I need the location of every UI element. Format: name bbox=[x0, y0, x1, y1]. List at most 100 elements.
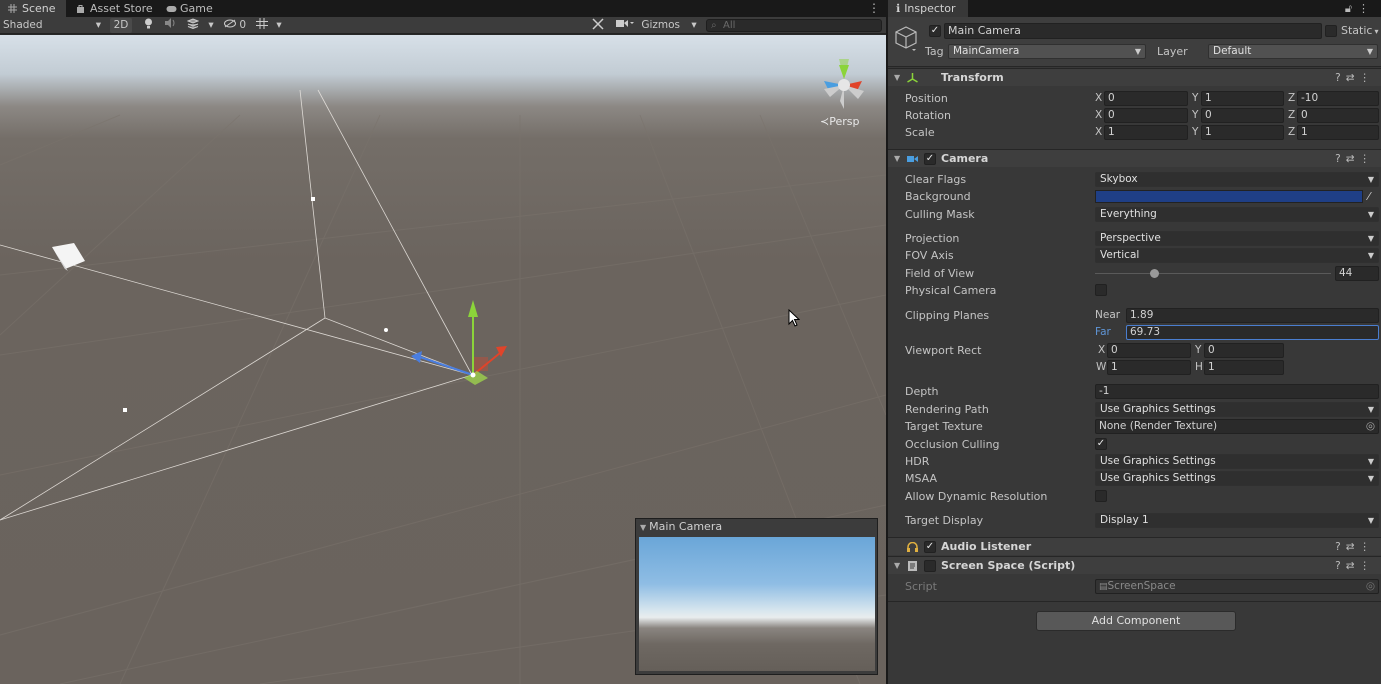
transform-icon bbox=[907, 73, 918, 83]
shading-mode-dropdown[interactable]: Shaded ▾ bbox=[3, 18, 103, 33]
chevron-down-icon[interactable]: ▼ bbox=[894, 557, 900, 575]
lightbulb-icon[interactable] bbox=[140, 18, 156, 33]
help-icon[interactable]: ? bbox=[1335, 560, 1346, 572]
target-display-dropdown[interactable]: Display 1 ▼ bbox=[1095, 513, 1379, 528]
audio-listener-enabled-checkbox[interactable]: ✓ bbox=[924, 541, 936, 553]
viewport-x-field[interactable]: 0 bbox=[1107, 343, 1191, 358]
lock-icon[interactable]: 🔓︎ bbox=[1345, 2, 1358, 15]
viewport-h-field[interactable]: 1 bbox=[1204, 360, 1284, 375]
chevron-down-icon[interactable]: ▼ bbox=[640, 523, 646, 532]
chevron-down-icon[interactable]: ▼ bbox=[894, 150, 900, 168]
scale-z-field[interactable]: 1 bbox=[1297, 125, 1379, 140]
gameobject-cube-icon[interactable] bbox=[894, 25, 918, 51]
scale-row: Scale X 1 Y 1 Z 1 bbox=[888, 124, 1381, 141]
transform-header[interactable]: ▼ Transform ?⇄⋮ bbox=[888, 68, 1381, 86]
background-color-swatch[interactable] bbox=[1095, 190, 1363, 203]
hdr-dropdown[interactable]: Use Graphics Settings ▼ bbox=[1095, 454, 1379, 469]
frustum-handle[interactable] bbox=[123, 408, 127, 412]
screen-space-header[interactable]: ▼ Screen Space (Script) ?⇄⋮ bbox=[888, 556, 1381, 574]
viewport-w-field[interactable]: 1 bbox=[1107, 360, 1191, 375]
camera-header[interactable]: ▼ ✓ Camera ?⇄⋮ bbox=[888, 149, 1381, 167]
occlusion-culling-checkbox[interactable]: ✓ bbox=[1095, 438, 1107, 450]
projection-toggle[interactable]: ≺Persp bbox=[820, 115, 859, 128]
near-field[interactable]: 1.89 bbox=[1126, 308, 1379, 323]
kebab-menu-icon[interactable]: ⋮ bbox=[1360, 72, 1376, 84]
physical-camera-label: Physical Camera bbox=[905, 284, 997, 297]
fov-axis-dropdown[interactable]: Vertical ▼ bbox=[1095, 248, 1379, 263]
kebab-menu-icon[interactable]: ⋮ bbox=[868, 0, 880, 17]
grid-snap-icon[interactable] bbox=[252, 18, 272, 33]
kebab-menu-icon[interactable]: ⋮ bbox=[1360, 153, 1376, 165]
msaa-dropdown[interactable]: Use Graphics Settings ▼ bbox=[1095, 471, 1379, 486]
position-z-field[interactable]: -10 bbox=[1297, 91, 1379, 106]
target-texture-field[interactable]: None (Render Texture) ◎ bbox=[1095, 419, 1379, 434]
eyedropper-icon[interactable]: ⁄ bbox=[1368, 188, 1370, 205]
tab-asset-store[interactable]: Asset Store bbox=[68, 0, 156, 17]
tag-dropdown[interactable]: MainCamera ▼ bbox=[948, 44, 1146, 59]
object-picker-icon[interactable]: ◎ bbox=[1366, 420, 1375, 433]
scale-y-field[interactable]: 1 bbox=[1201, 125, 1284, 140]
rotation-x-field[interactable]: 0 bbox=[1104, 108, 1188, 123]
projection-dropdown[interactable]: Perspective ▼ bbox=[1095, 231, 1379, 246]
help-icon[interactable]: ? bbox=[1335, 153, 1346, 165]
presets-icon[interactable]: ⇄ bbox=[1346, 153, 1360, 165]
depth-field[interactable]: -1 bbox=[1095, 384, 1379, 399]
help-icon[interactable]: ? bbox=[1335, 541, 1346, 553]
camera-settings-icon[interactable] bbox=[612, 18, 638, 33]
effects-layers-icon[interactable] bbox=[184, 18, 202, 33]
rendering-path-dropdown[interactable]: Use Graphics Settings ▼ bbox=[1095, 402, 1379, 417]
add-component-button[interactable]: Add Component bbox=[1036, 611, 1236, 631]
tab-game[interactable]: Game bbox=[158, 0, 224, 17]
static-dropdown[interactable]: Static ▾ bbox=[1341, 24, 1378, 37]
culling-mask-dropdown[interactable]: Everything ▼ bbox=[1095, 207, 1379, 222]
far-field[interactable]: 69.73 bbox=[1126, 325, 1379, 340]
help-icon[interactable]: ? bbox=[1335, 72, 1346, 84]
gizmos-dropdown[interactable]: Gizmos ▾ bbox=[640, 18, 698, 33]
object-name-field[interactable]: Main Camera bbox=[944, 23, 1322, 39]
scale-x-field[interactable]: 1 bbox=[1104, 125, 1188, 140]
viewport-y-field[interactable]: 0 bbox=[1204, 343, 1284, 358]
tab-inspector[interactable]: ℹ Inspector bbox=[888, 0, 968, 17]
fov-slider-thumb[interactable] bbox=[1150, 269, 1159, 278]
tools-icon[interactable] bbox=[588, 18, 608, 33]
axis-z-label: Z bbox=[1288, 126, 1296, 138]
chevron-down-icon[interactable]: ▾ bbox=[272, 18, 286, 33]
screen-space-enabled-checkbox[interactable] bbox=[924, 560, 936, 572]
rotation-y-field[interactable]: 0 bbox=[1201, 108, 1284, 123]
clear-flags-dropdown[interactable]: Skybox ▼ bbox=[1095, 172, 1379, 187]
fov-value-field[interactable]: 44 bbox=[1335, 266, 1379, 281]
frustum-handle[interactable] bbox=[311, 197, 315, 201]
hidden-objects-toggle[interactable]: 0 bbox=[222, 18, 248, 33]
orientation-gizmo[interactable] bbox=[814, 51, 874, 121]
scene-viewport[interactable]: ≺Persp ▼ Main Camera bbox=[0, 35, 886, 684]
inspector-window-controls[interactable]: 🔓︎⋮ bbox=[1345, 0, 1375, 17]
active-checkbox[interactable]: ✓ bbox=[929, 25, 941, 37]
dynamic-resolution-checkbox[interactable] bbox=[1095, 490, 1107, 502]
physical-camera-checkbox[interactable] bbox=[1095, 284, 1107, 296]
kebab-menu-icon[interactable]: ⋮ bbox=[1360, 541, 1376, 553]
toggle-2d-button[interactable]: 2D bbox=[110, 18, 132, 33]
layer-dropdown[interactable]: Default ▼ bbox=[1208, 44, 1378, 59]
camera-enabled-checkbox[interactable]: ✓ bbox=[924, 153, 936, 165]
position-y-field[interactable]: 1 bbox=[1201, 91, 1284, 106]
kebab-menu-icon[interactable]: ⋮ bbox=[1358, 2, 1375, 15]
scene-search-input[interactable]: ⌕ All bbox=[706, 19, 882, 32]
fov-slider-track[interactable] bbox=[1095, 269, 1331, 278]
speaker-icon[interactable] bbox=[162, 18, 178, 33]
chevron-down-icon[interactable]: ▾ bbox=[205, 18, 217, 33]
tab-scene[interactable]: Scene bbox=[0, 0, 66, 17]
static-checkbox[interactable] bbox=[1325, 25, 1337, 37]
position-x-field[interactable]: 0 bbox=[1104, 91, 1188, 106]
presets-icon[interactable]: ⇄ bbox=[1346, 72, 1360, 84]
gamepad-icon bbox=[166, 1, 177, 12]
kebab-menu-icon[interactable]: ⋮ bbox=[1360, 560, 1376, 572]
presets-icon[interactable]: ⇄ bbox=[1346, 560, 1360, 572]
audio-listener-header[interactable]: ✓ Audio Listener ?⇄⋮ bbox=[888, 537, 1381, 555]
physical-camera-row: Physical Camera bbox=[888, 282, 1381, 299]
presets-icon[interactable]: ⇄ bbox=[1346, 541, 1360, 553]
move-gizmo[interactable] bbox=[411, 300, 507, 385]
target-display-row: Target Display Display 1 ▼ bbox=[888, 512, 1381, 529]
object-header: ✓ Main Camera Static ▾ Tag MainCamera ▼ La… bbox=[888, 17, 1381, 67]
chevron-down-icon[interactable]: ▼ bbox=[894, 69, 900, 87]
rotation-z-field[interactable]: 0 bbox=[1297, 108, 1379, 123]
